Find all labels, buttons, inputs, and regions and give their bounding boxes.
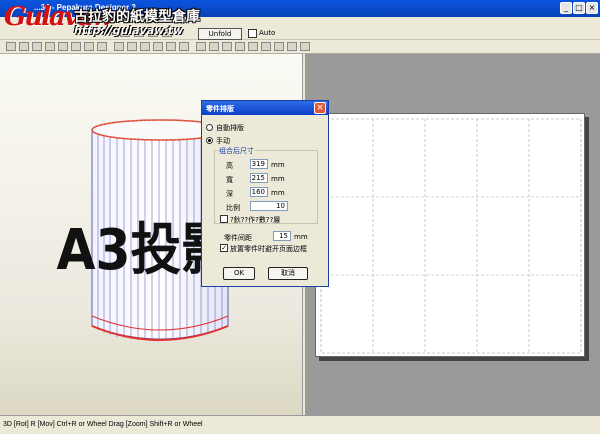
cancel-button[interactable]: 取消 (268, 267, 308, 280)
auto-layout-label: 自動排版 (216, 124, 244, 132)
option1-label: ?鈥??作?數??層 (230, 216, 281, 224)
width-unit: mm (271, 175, 285, 183)
auto-checkbox[interactable] (248, 29, 257, 38)
size-group-title: 组合后尺寸 (218, 146, 255, 156)
option2-checkbox[interactable]: ✓ (220, 244, 228, 252)
width-input[interactable]: 215 (250, 173, 268, 183)
minimize-button[interactable]: _ (560, 2, 572, 14)
height-input[interactable]: 319 (250, 159, 268, 169)
close-button[interactable]: × (586, 2, 598, 14)
width-label: 寬 (226, 176, 233, 184)
ok-button[interactable]: OK (223, 267, 255, 280)
auto-label: Auto (259, 29, 276, 37)
paper-sheet (315, 113, 585, 357)
dialog-title: 零件排版 (202, 101, 328, 115)
maximize-button[interactable]: □ (573, 2, 585, 14)
spacing-input[interactable]: 15 (273, 231, 291, 241)
spacing-label: 零件间距 (224, 234, 252, 242)
watermark-name: 古拉豹的紙模型倉庫 (74, 9, 200, 25)
layout-tool-icon[interactable] (248, 42, 258, 51)
spacing-unit: mm (294, 233, 308, 241)
scale-label: 比例 (226, 204, 240, 212)
page-grid (320, 118, 582, 354)
scale-input[interactable]: 10 (250, 201, 288, 211)
height-label: 高 (226, 162, 233, 170)
manual-radio[interactable] (206, 137, 213, 144)
layout-tool-icon[interactable] (261, 42, 271, 51)
redo-icon[interactable] (300, 42, 310, 51)
depth-label: 深 (226, 190, 233, 198)
layout-tool-icon[interactable] (235, 42, 245, 51)
depth-unit: mm (271, 189, 285, 197)
status-bar: 3D [Rot] R [Mov] Ctrl+R or Wheel Drag [Z… (0, 415, 600, 434)
layout-tool-icon[interactable] (274, 42, 284, 51)
depth-input[interactable]: 160 (250, 187, 268, 197)
pepakura-window: ...34 - Pepakura Designer 3 _ □ × Unfold… (0, 0, 600, 434)
manual-label: 手动 (216, 137, 230, 145)
auto-layout-radio[interactable] (206, 124, 213, 131)
watermark-url: http://gulavaw.tw (74, 24, 184, 37)
option2-label: 放置零件时避开页面边框 (230, 245, 307, 253)
dialog-close-icon[interactable]: × (314, 102, 326, 114)
option1-checkbox[interactable] (220, 215, 228, 223)
layout-tool-icon[interactable] (222, 42, 232, 51)
watermark-logo: Gulavaw 古拉豹的紙模型倉庫 http://gulavaw.tw (0, 0, 210, 48)
undo-icon[interactable] (287, 42, 297, 51)
layout-tool-icon[interactable] (209, 42, 219, 51)
height-unit: mm (271, 161, 285, 169)
